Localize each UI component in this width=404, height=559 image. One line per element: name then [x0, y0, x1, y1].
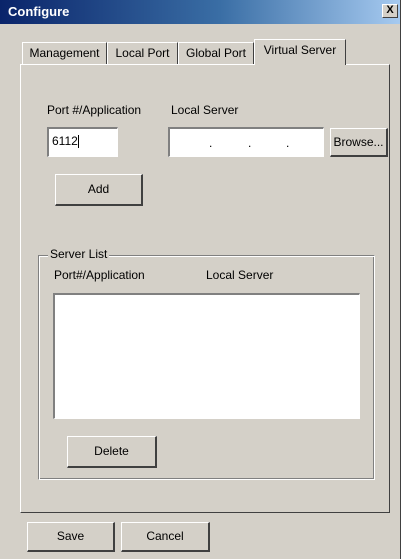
save-button-label: Save: [56, 529, 85, 543]
delete-button-label: Delete: [94, 444, 129, 458]
save-button[interactable]: Save: [27, 522, 115, 552]
tab-label: Global Port: [185, 46, 247, 60]
server-list-box[interactable]: [53, 293, 360, 419]
browse-button[interactable]: Browse...: [330, 128, 388, 157]
server-list-col-server: Local Server: [206, 268, 274, 282]
cancel-button-label: Cancel: [146, 529, 184, 543]
close-button[interactable]: X: [382, 4, 398, 18]
port-application-input[interactable]: 6112: [47, 127, 118, 157]
configure-dialog: Configure X Management Local Port Global…: [0, 0, 401, 559]
ip-dot: .: [248, 136, 252, 150]
tab-label: Management: [29, 46, 100, 60]
tab-virtual-server[interactable]: Virtual Server: [254, 39, 346, 65]
local-server-label: Local Server: [171, 103, 239, 117]
cancel-button[interactable]: Cancel: [121, 522, 210, 552]
ip-dot: .: [209, 136, 213, 150]
server-list-col-port: Port#/Application: [54, 268, 145, 282]
local-server-ip-input[interactable]: . . .: [168, 127, 324, 157]
port-application-label: Port #/Application: [47, 103, 142, 117]
ip-dot: .: [286, 136, 290, 150]
tab-label: Local Port: [115, 46, 170, 60]
server-list-title: Server List: [48, 247, 110, 261]
tab-management[interactable]: Management: [22, 42, 107, 64]
tab-global-port[interactable]: Global Port: [178, 42, 254, 64]
title-bar[interactable]: Configure X: [0, 0, 400, 24]
add-button-label: Add: [87, 182, 110, 196]
close-icon: X: [386, 4, 394, 16]
tab-local-port[interactable]: Local Port: [107, 42, 178, 64]
add-button[interactable]: Add: [55, 174, 143, 206]
browse-button-label: Browse...: [333, 135, 384, 149]
tab-label: Virtual Server: [263, 43, 337, 57]
port-application-value: 6112: [52, 134, 78, 148]
delete-button[interactable]: Delete: [67, 436, 157, 468]
window-title: Configure: [8, 4, 70, 19]
